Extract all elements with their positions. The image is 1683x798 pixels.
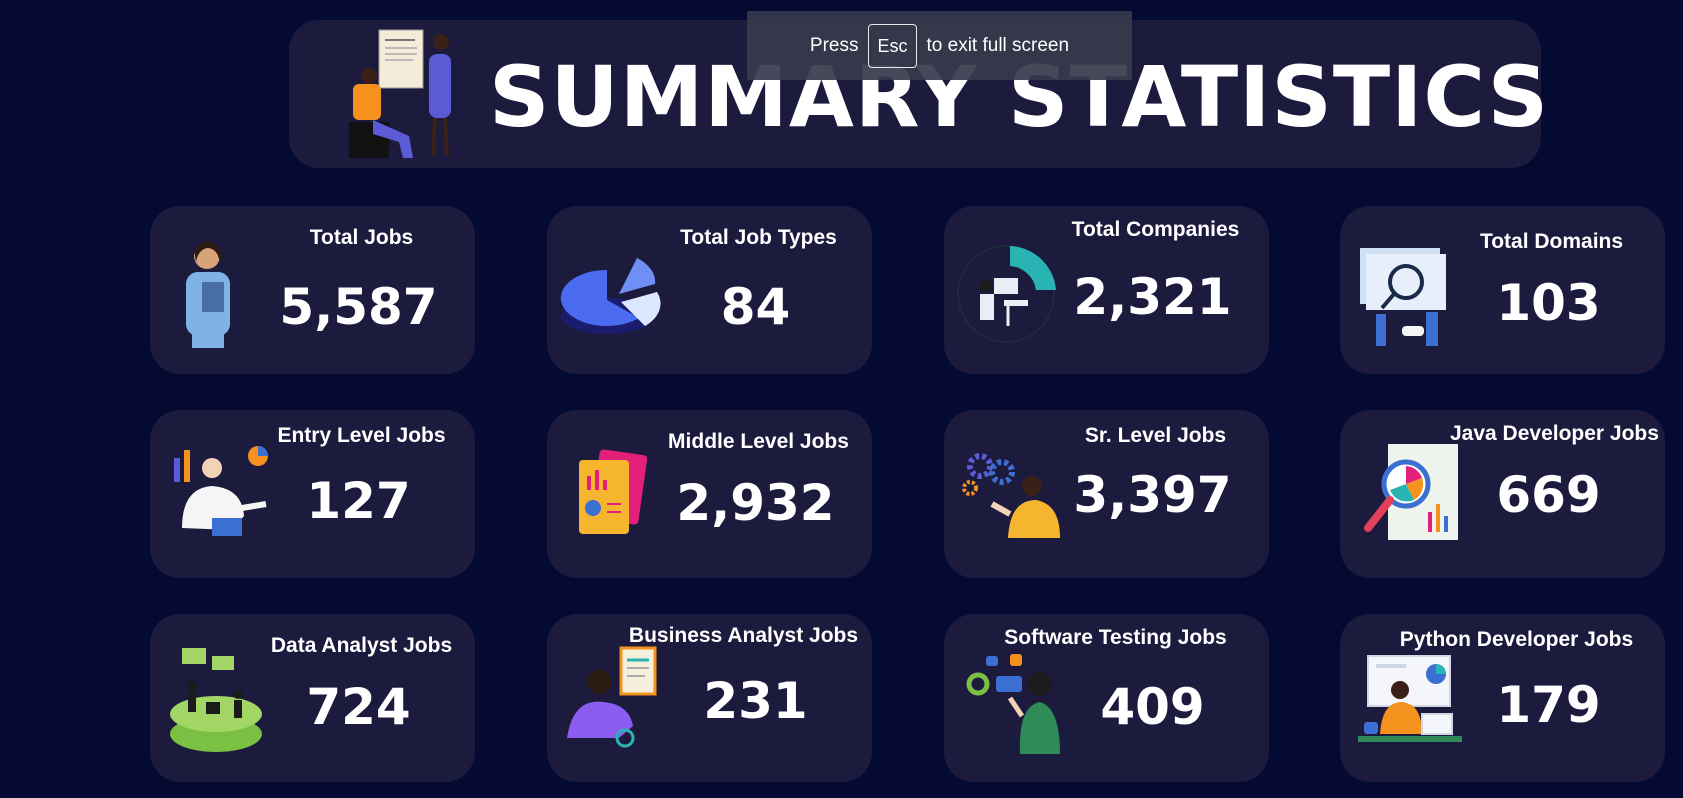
person-gears-icon (962, 453, 1060, 538)
woman-clipboard-icon (186, 241, 230, 348)
card-value: 84 (720, 278, 791, 336)
card-label: Data Analyst Jobs (270, 634, 453, 657)
card-value: 669 (1496, 466, 1601, 524)
stat-card-entry-level-jobs: Entry Level Jobs 127 (150, 410, 475, 578)
card-label: Total Domains (1479, 230, 1624, 253)
toast-press-text: Press (809, 34, 859, 56)
person-laptop-charts-icon (174, 446, 268, 536)
stat-card-total-domains: Total Domains 103 (1340, 206, 1665, 374)
analyst-clipboard-icon (567, 646, 657, 748)
card-label: Software Testing Jobs (1004, 626, 1227, 649)
card-value: 2,932 (676, 474, 835, 532)
stat-card-software-testing-jobs: Software Testing Jobs 409 (944, 614, 1269, 782)
card-value: 2,321 (1073, 268, 1232, 326)
card-label: Middle Level Jobs (668, 430, 849, 453)
card-value: 409 (1100, 678, 1205, 736)
fullscreen-exit-toast: Press Esc to exit full screen (747, 11, 1132, 80)
person-dashboard-icon (957, 245, 1056, 343)
card-value: 231 (703, 672, 808, 730)
card-label: Total Companies (1071, 218, 1240, 241)
report-documents-icon (579, 449, 648, 534)
toast-suffix-text: to exit full screen (926, 34, 1070, 56)
magnifier-report-icon (1364, 444, 1458, 540)
stat-card-sr-level-jobs: Sr. Level Jobs 3,397 (944, 410, 1269, 578)
stat-card-total-companies: Total Companies 2,321 (944, 206, 1269, 374)
two-people-document-icon (349, 29, 451, 158)
developer-desk-icon (1358, 655, 1462, 742)
data-platform-icon (170, 648, 262, 752)
card-label: Entry Level Jobs (277, 424, 446, 447)
card-value: 103 (1496, 274, 1601, 332)
card-value: 724 (306, 678, 411, 736)
card-label: Python Developer Jobs (1399, 628, 1634, 651)
stat-card-total-job-types: Total Job Types 84 (547, 206, 872, 374)
stat-card-python-developer-jobs: Python Developer Jobs 179 (1340, 614, 1665, 782)
card-value: 3,397 (1073, 466, 1232, 524)
card-label: Sr. Level Jobs (1084, 424, 1227, 447)
tester-camera-icon (966, 654, 1060, 754)
stat-card-total-jobs: Total Jobs 5,587 (150, 206, 475, 374)
card-value: 5,587 (279, 278, 438, 336)
stat-card-middle-level-jobs: Middle Level Jobs 2,932 (547, 410, 872, 578)
card-label: Business Analyst Jobs (628, 624, 859, 647)
stat-card-business-analyst-jobs: Business Analyst Jobs 231 (547, 614, 872, 782)
card-label: Java Developer Jobs (1450, 422, 1659, 445)
card-label: Total Job Types (680, 226, 837, 249)
stat-card-java-developer-jobs: Java Developer Jobs 669 (1340, 410, 1665, 578)
pie-chart-3d-icon (560, 258, 661, 334)
esc-key-hint: Esc (868, 23, 917, 68)
stat-card-data-analyst-jobs: Data Analyst Jobs 724 (150, 614, 475, 782)
card-label: Total Jobs (309, 226, 414, 249)
card-value: 179 (1496, 676, 1601, 734)
card-value: 127 (306, 472, 411, 530)
proposal-search-icon (1360, 248, 1446, 346)
